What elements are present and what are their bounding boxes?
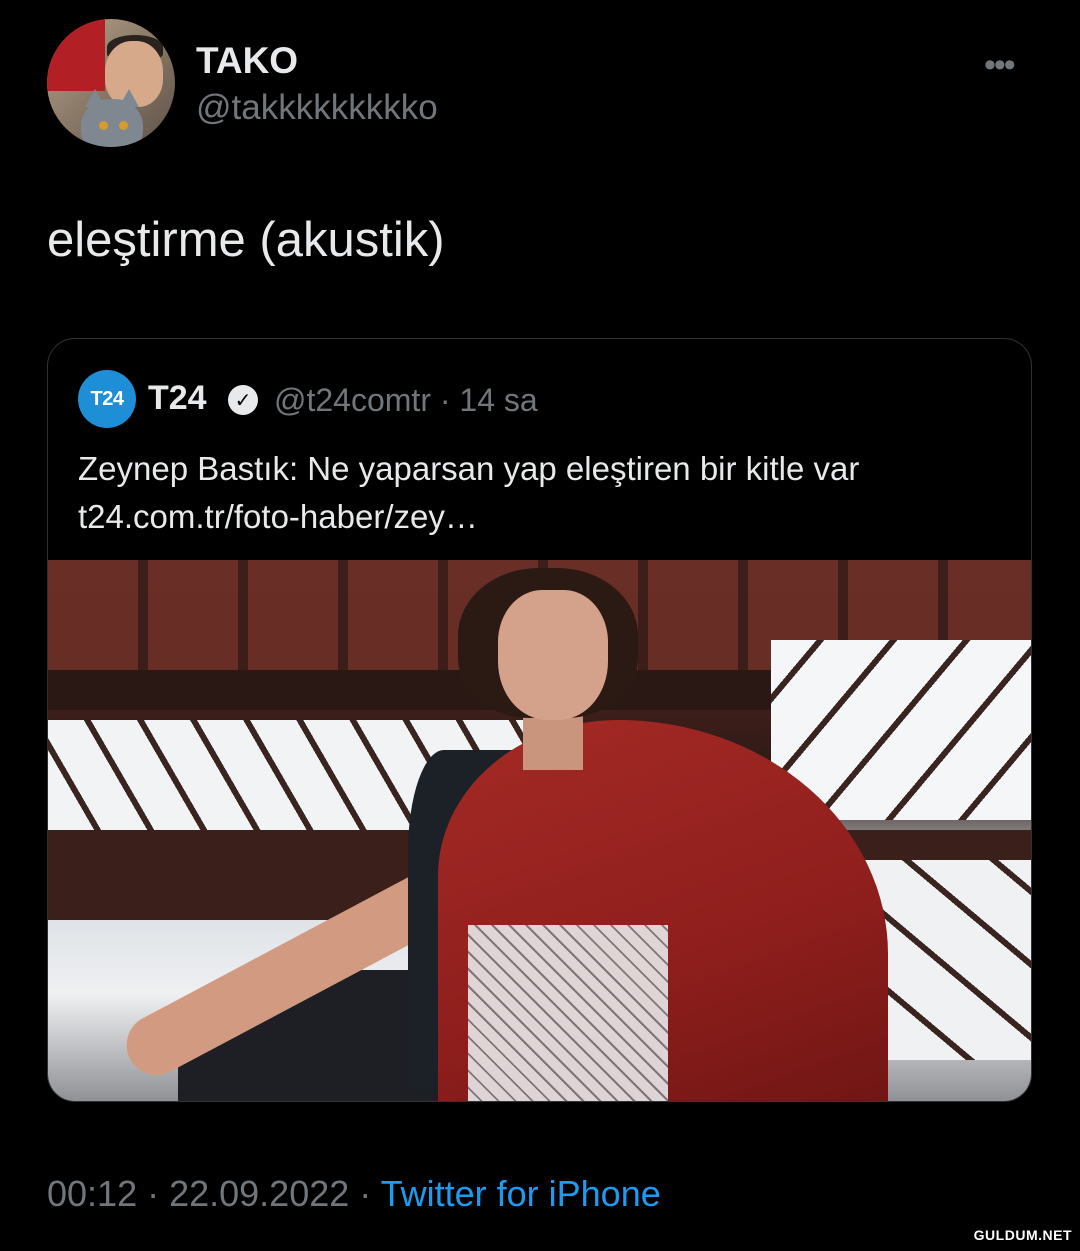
verified-badge-icon: ✓ (228, 385, 258, 415)
avatar-cat-eye (119, 121, 128, 130)
more-horizontal-icon[interactable]: ••• (984, 46, 1016, 85)
tweet-text: eleştirme (akustik) (47, 213, 445, 267)
avatar-cat-eye (99, 121, 108, 130)
avatar-cat (81, 99, 143, 147)
tweet-source-link[interactable]: Twitter for iPhone (381, 1173, 661, 1214)
quoted-author-avatar[interactable]: T24 (78, 370, 136, 428)
tweet-timestamp[interactable]: 00:12 · 22.09.2022 · (47, 1173, 381, 1214)
author-avatar[interactable] (47, 19, 175, 147)
quoted-author-name[interactable]: T24 (148, 379, 207, 418)
tweet-footer: 00:12 · 22.09.2022 · Twitter for iPhone (47, 1173, 661, 1215)
media-person-top (468, 925, 668, 1101)
quoted-text-link[interactable]: t24.com.tr/foto-haber/zey… (78, 493, 1008, 541)
quoted-text-body: Zeynep Bastık: Ne yaparsan yap eleştiren… (78, 450, 860, 487)
avatar-flag (47, 19, 105, 91)
quoted-tweet-card[interactable]: T24 T24 ✓ @t24comtr · 14 sa Zeynep Bastı… (47, 338, 1032, 1102)
quoted-tweet-text: Zeynep Bastık: Ne yaparsan yap eleştiren… (78, 445, 1008, 541)
watermark: GULDUM.NET (973, 1227, 1072, 1243)
author-handle[interactable]: @takkkkkkkkko (196, 88, 438, 128)
media-person-face (498, 590, 608, 720)
quoted-author-meta: @t24comtr · 14 sa (274, 382, 538, 418)
quoted-media-image[interactable] (48, 560, 1031, 1101)
author-display-name[interactable]: TAKO (196, 40, 298, 82)
